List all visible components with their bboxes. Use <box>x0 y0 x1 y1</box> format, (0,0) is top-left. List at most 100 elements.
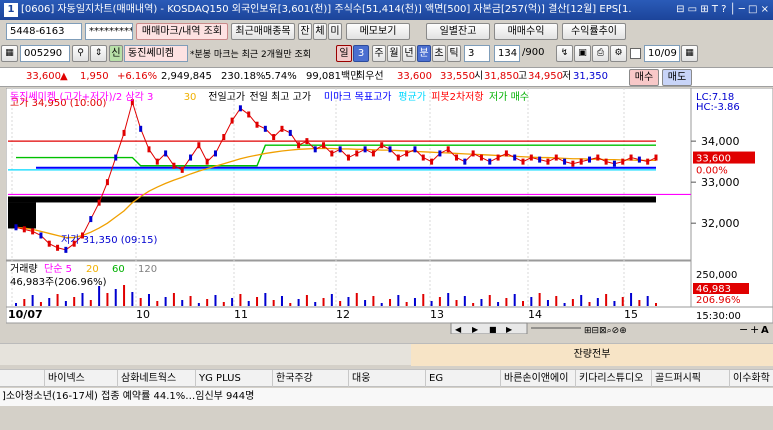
volume-bar <box>256 297 259 306</box>
play-icon[interactable]: ▶ <box>506 325 513 334</box>
candle <box>513 154 517 161</box>
chart-svg[interactable]: 34,00033,00032,000고가 34,950 (10:00)저가 31… <box>6 88 773 334</box>
window-number-badge: 1 <box>4 3 18 17</box>
chart-nav-controls[interactable]: ◀ ▶ ■ ▶ ⊞⊟⊠⌕⊘⊕ − + A <box>450 322 769 334</box>
volume-bar <box>389 299 392 306</box>
volume-bar <box>571 299 574 306</box>
candle <box>114 154 118 161</box>
candle <box>596 154 600 161</box>
related-stock-item[interactable]: YG PLUS <box>195 370 272 387</box>
low-label: 저 <box>562 71 572 82</box>
price-summary-bar: 33,600 ▲ 1,950 +6.16% 2,949,845 230.18% … <box>0 67 773 87</box>
related-stock-item[interactable]: 이수화학 <box>729 370 773 387</box>
period-week-button[interactable]: 주 <box>372 45 386 62</box>
volume-bar <box>580 295 583 306</box>
related-stock-item[interactable]: 골드퍼시픽 <box>651 370 729 387</box>
candle <box>139 125 143 132</box>
period-year-button[interactable]: 년 <box>402 45 416 62</box>
page-input[interactable]: 134 <box>494 45 520 62</box>
volume-bar <box>605 294 608 306</box>
chart-tools-icon[interactable]: ⊞⊟⊠⌕⊘⊕ <box>584 326 627 334</box>
scroll-left-icon[interactable]: ◀ <box>455 325 462 334</box>
volume-bar <box>513 294 516 306</box>
candle <box>538 156 542 163</box>
executed-button[interactable]: 체 <box>313 23 327 40</box>
window-title: [0606] 자동일지차트(매매내역) - KOSDAQ150 외국인보유[3,… <box>21 4 632 15</box>
related-stock-item[interactable]: EG <box>425 370 500 387</box>
volume-bar <box>247 301 250 306</box>
price-chart[interactable]: 34,000 33,000 32,000 고가 34,950 (10:00) 저가 31… <box>6 88 773 334</box>
candle <box>471 150 475 157</box>
volume-axis-label: 250,000 <box>696 270 737 281</box>
arrow-up-down-icon[interactable]: ⇕ <box>90 45 107 62</box>
day-count-select[interactable]: 3 <box>353 45 369 62</box>
period-second-button[interactable]: 초 <box>432 45 446 62</box>
candle <box>346 154 350 161</box>
stop-icon[interactable]: ■ <box>489 325 497 334</box>
related-stock-item[interactable]: 바이넥스 <box>44 370 117 387</box>
period-minute-button[interactable]: 분 <box>417 45 431 62</box>
search-icon[interactable]: ⚲ <box>72 45 89 62</box>
gear-icon[interactable]: ⚙ <box>610 45 627 62</box>
volume-bar <box>372 296 375 306</box>
chart-type-icon[interactable]: ↯ <box>556 45 573 62</box>
related-stock-item[interactable]: 삼화네트웍스 <box>117 370 195 387</box>
memo-view-button[interactable]: 메모보기 <box>346 23 410 40</box>
sell-button[interactable]: 매도 <box>662 69 692 86</box>
low-price-marker: 저가 31,350 (09:15) <box>61 234 157 246</box>
tick-count-select[interactable]: 3 <box>464 45 490 62</box>
candle <box>56 244 60 251</box>
balance-button[interactable]: 잔 <box>298 23 312 40</box>
buy-button[interactable]: 매수 <box>629 69 659 86</box>
period-tick-button[interactable]: 틱 <box>447 45 461 62</box>
related-stock-item[interactable]: 대웅 <box>348 370 425 387</box>
daily-balance-button[interactable]: 일별잔고 <box>426 23 490 40</box>
price-axis-label: 33,000 <box>701 176 740 189</box>
news-ticker[interactable]: ]소아청소년(16-17세) 접종 예약률 44.1%…임신부 944명 <box>0 388 773 406</box>
related-stock-item[interactable]: 바른손이앤에이 <box>500 370 575 387</box>
bottom-gap <box>0 406 773 430</box>
grid-icon[interactable]: ▦ <box>1 45 18 62</box>
calendar-icon[interactable]: ▦ <box>681 45 698 62</box>
page-total: /900 <box>522 47 545 58</box>
zoom-out-icon[interactable]: − <box>739 323 748 334</box>
related-stock-item[interactable]: 키다리스튜디오 <box>575 370 651 387</box>
recent-trades-button[interactable]: 최근매매종목 <box>231 23 295 40</box>
candle <box>297 142 301 149</box>
stock-code-input[interactable]: 005290 <box>20 45 70 62</box>
candle <box>39 232 43 239</box>
save-icon[interactable]: ▣ <box>574 45 591 62</box>
volume-bar <box>64 301 67 306</box>
font-size-icon[interactable]: A <box>761 325 769 334</box>
account-select[interactable]: 5448-6163 <box>6 23 82 40</box>
date-checkbox[interactable] <box>630 48 641 59</box>
candle <box>155 158 159 165</box>
credit-badge: 신 <box>109 45 123 62</box>
date-input[interactable]: 10/09 <box>644 45 680 62</box>
candle <box>172 162 176 169</box>
chart-legend-item: 전일 최고 고가 <box>250 91 312 103</box>
unfilled-button[interactable]: 미 <box>328 23 342 40</box>
remaining-all-tab[interactable]: 잔량전부 <box>411 344 773 366</box>
scroll-right-icon[interactable]: ▶ <box>472 325 479 334</box>
return-trend-button[interactable]: 수익률추이 <box>562 23 626 40</box>
period-day-button[interactable]: 일 <box>336 45 352 62</box>
print-icon[interactable]: ⎙ <box>592 45 609 62</box>
volume-bar <box>81 293 84 306</box>
zoom-in-icon[interactable]: + <box>750 323 759 334</box>
volume-bar <box>289 303 292 306</box>
password-field[interactable]: ********* <box>85 23 133 40</box>
trade-mark-query-button[interactable]: 매매마크/내역 조회 <box>136 23 228 40</box>
period-month-button[interactable]: 월 <box>387 45 401 62</box>
candle <box>479 154 483 161</box>
volume-bar <box>123 285 126 306</box>
x-tick-label: 13 <box>430 308 444 321</box>
trade-return-button[interactable]: 매매수익 <box>494 23 558 40</box>
volume-bar <box>156 301 159 306</box>
volume-bar <box>488 295 491 306</box>
candle <box>213 150 217 157</box>
candle <box>546 158 550 165</box>
related-stock-item[interactable]: 한국주강 <box>272 370 348 387</box>
window-controls[interactable]: ⊟ ▭ ⊞ T ? │ ─ □ × <box>676 0 769 20</box>
volume-bar <box>23 299 26 306</box>
